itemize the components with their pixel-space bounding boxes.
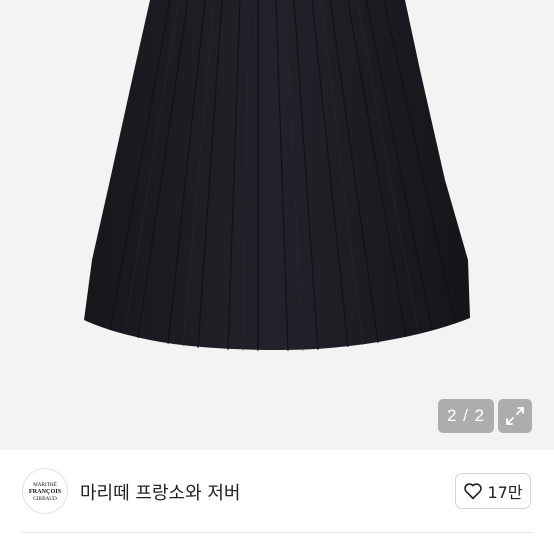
brand-logo-mark: MARITHÉ FRANÇOIS GIRBAUD [29, 480, 62, 502]
image-counter-badge: 2 / 2 [438, 399, 494, 433]
expand-image-button[interactable] [498, 399, 532, 433]
product-image-viewer[interactable]: 2 / 2 [0, 0, 554, 450]
like-count: 17만 [487, 483, 523, 502]
image-counter-text: 2 / 2 [446, 406, 486, 425]
like-button[interactable]: 17만 [455, 473, 531, 509]
brand-name[interactable]: 마리떼 프랑소와 저버 [80, 479, 240, 505]
expand-arrows-icon [506, 407, 524, 425]
svg-text:FRANÇOIS: FRANÇOIS [29, 488, 62, 495]
product-image [84, 0, 470, 352]
svg-text:MARITHÉ: MARITHÉ [33, 480, 57, 488]
heart-outline-icon [464, 483, 483, 500]
brand-logo[interactable]: MARITHÉ FRANÇOIS GIRBAUD [22, 468, 68, 514]
svg-text:GIRBAUD: GIRBAUD [33, 496, 57, 502]
brand-bar: MARITHÉ FRANÇOIS GIRBAUD 마리떼 프랑소와 저버 17만 [0, 450, 554, 532]
divider [22, 532, 532, 533]
